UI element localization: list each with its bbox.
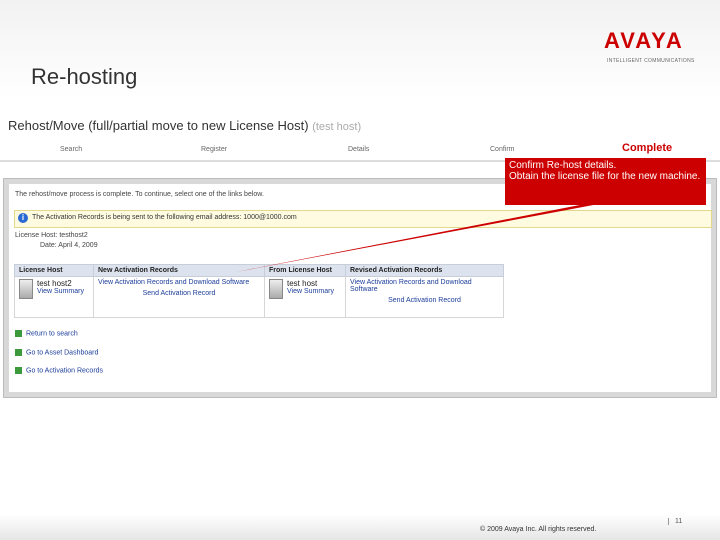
callout-line-2: Obtain the license file for the new mach… <box>509 171 701 182</box>
callout-pointer <box>236 203 604 272</box>
page-number: 11 <box>668 518 682 525</box>
callout-box: Confirm Re-host details. Obtain the lice… <box>505 158 706 205</box>
callout-line-1: Confirm Re-host details. <box>509 160 617 171</box>
copyright: © 2009 Avaya Inc. All rights reserved. <box>480 526 597 533</box>
footer-bar <box>0 514 720 540</box>
